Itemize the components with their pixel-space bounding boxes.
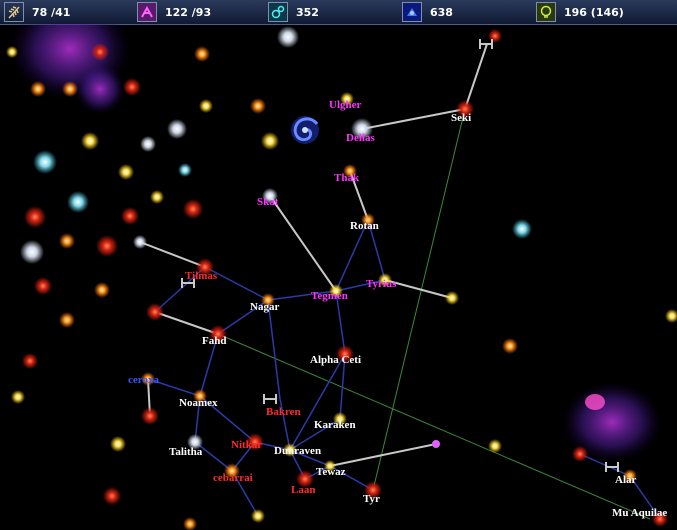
system-label-tyr[interactable]: Tyr <box>363 493 380 505</box>
nebula <box>75 64 125 114</box>
system-label-nitkar[interactable]: Nitkar <box>231 439 262 451</box>
spiral-galaxy-icon <box>291 116 319 144</box>
system-label-cebarrai[interactable]: cebarrai <box>213 472 253 484</box>
credits-icon <box>402 2 422 22</box>
system-label-mu-aquilae[interactable]: Mu Aquilae <box>612 507 667 519</box>
morale-value: 196 (146) <box>564 5 624 19</box>
fleet-ship-icon[interactable] <box>181 39 619 472</box>
game-screen: 78 /41 122 /93 352 638 196 (146) Ulgher … <box>0 0 677 530</box>
system-label-bakren[interactable]: Bakren <box>266 406 301 418</box>
system-label-alpha-ceti[interactable]: Alpha Ceti <box>310 354 361 366</box>
wheat-icon <box>4 2 24 22</box>
industry-value: 352 <box>296 5 319 19</box>
industry-resource[interactable]: 352 <box>268 2 319 22</box>
system-label-seki[interactable]: Seki <box>451 112 471 124</box>
system-label-tegmen[interactable]: Tegmen <box>311 290 348 302</box>
system-label-ulgher[interactable]: Ulgher <box>329 99 361 111</box>
system-label-talitha[interactable]: Talitha <box>169 446 202 458</box>
system-label-nagar[interactable]: Nagar <box>250 301 279 313</box>
system-label-alar[interactable]: Alar <box>615 474 636 486</box>
system-label-fahd[interactable]: Fahd <box>202 335 226 347</box>
system-label-laan[interactable]: Laan <box>291 484 315 496</box>
nebula <box>585 394 605 410</box>
system-label-tyrius[interactable]: Tyrius <box>366 278 396 290</box>
system-label-ceroxa[interactable]: ceroxa <box>128 374 159 386</box>
system-label-tilmas[interactable]: Tilmas <box>185 270 217 282</box>
system-label-skat[interactable]: Skat <box>257 196 278 208</box>
food-resource[interactable]: 78 /41 <box>4 2 70 22</box>
system-label-tewaz[interactable]: Tewaz <box>316 466 346 478</box>
system-label-thak[interactable]: Thak <box>334 172 359 184</box>
food-value: 78 /41 <box>32 5 71 19</box>
system-label-noamex[interactable]: Noamex <box>179 397 218 409</box>
system-label-karaken[interactable]: Karaken <box>314 419 356 431</box>
research-resource[interactable]: 122 /93 <box>137 2 211 22</box>
system-label-rotan[interactable]: Rotan <box>350 220 379 232</box>
research-value: 122 /93 <box>165 5 212 19</box>
credits-value: 638 <box>430 5 453 19</box>
bulb-icon <box>536 2 556 22</box>
resource-bar: 78 /41 122 /93 352 638 196 (146) <box>0 0 677 25</box>
credits-resource[interactable]: 638 <box>402 2 453 22</box>
research-icon <box>137 2 157 22</box>
morale-resource[interactable]: 196 (146) <box>536 2 624 22</box>
system-label-dunraven[interactable]: Dunraven <box>274 445 321 457</box>
industry-icon <box>268 2 288 22</box>
system-label-dellas[interactable]: Dellas <box>346 132 375 144</box>
